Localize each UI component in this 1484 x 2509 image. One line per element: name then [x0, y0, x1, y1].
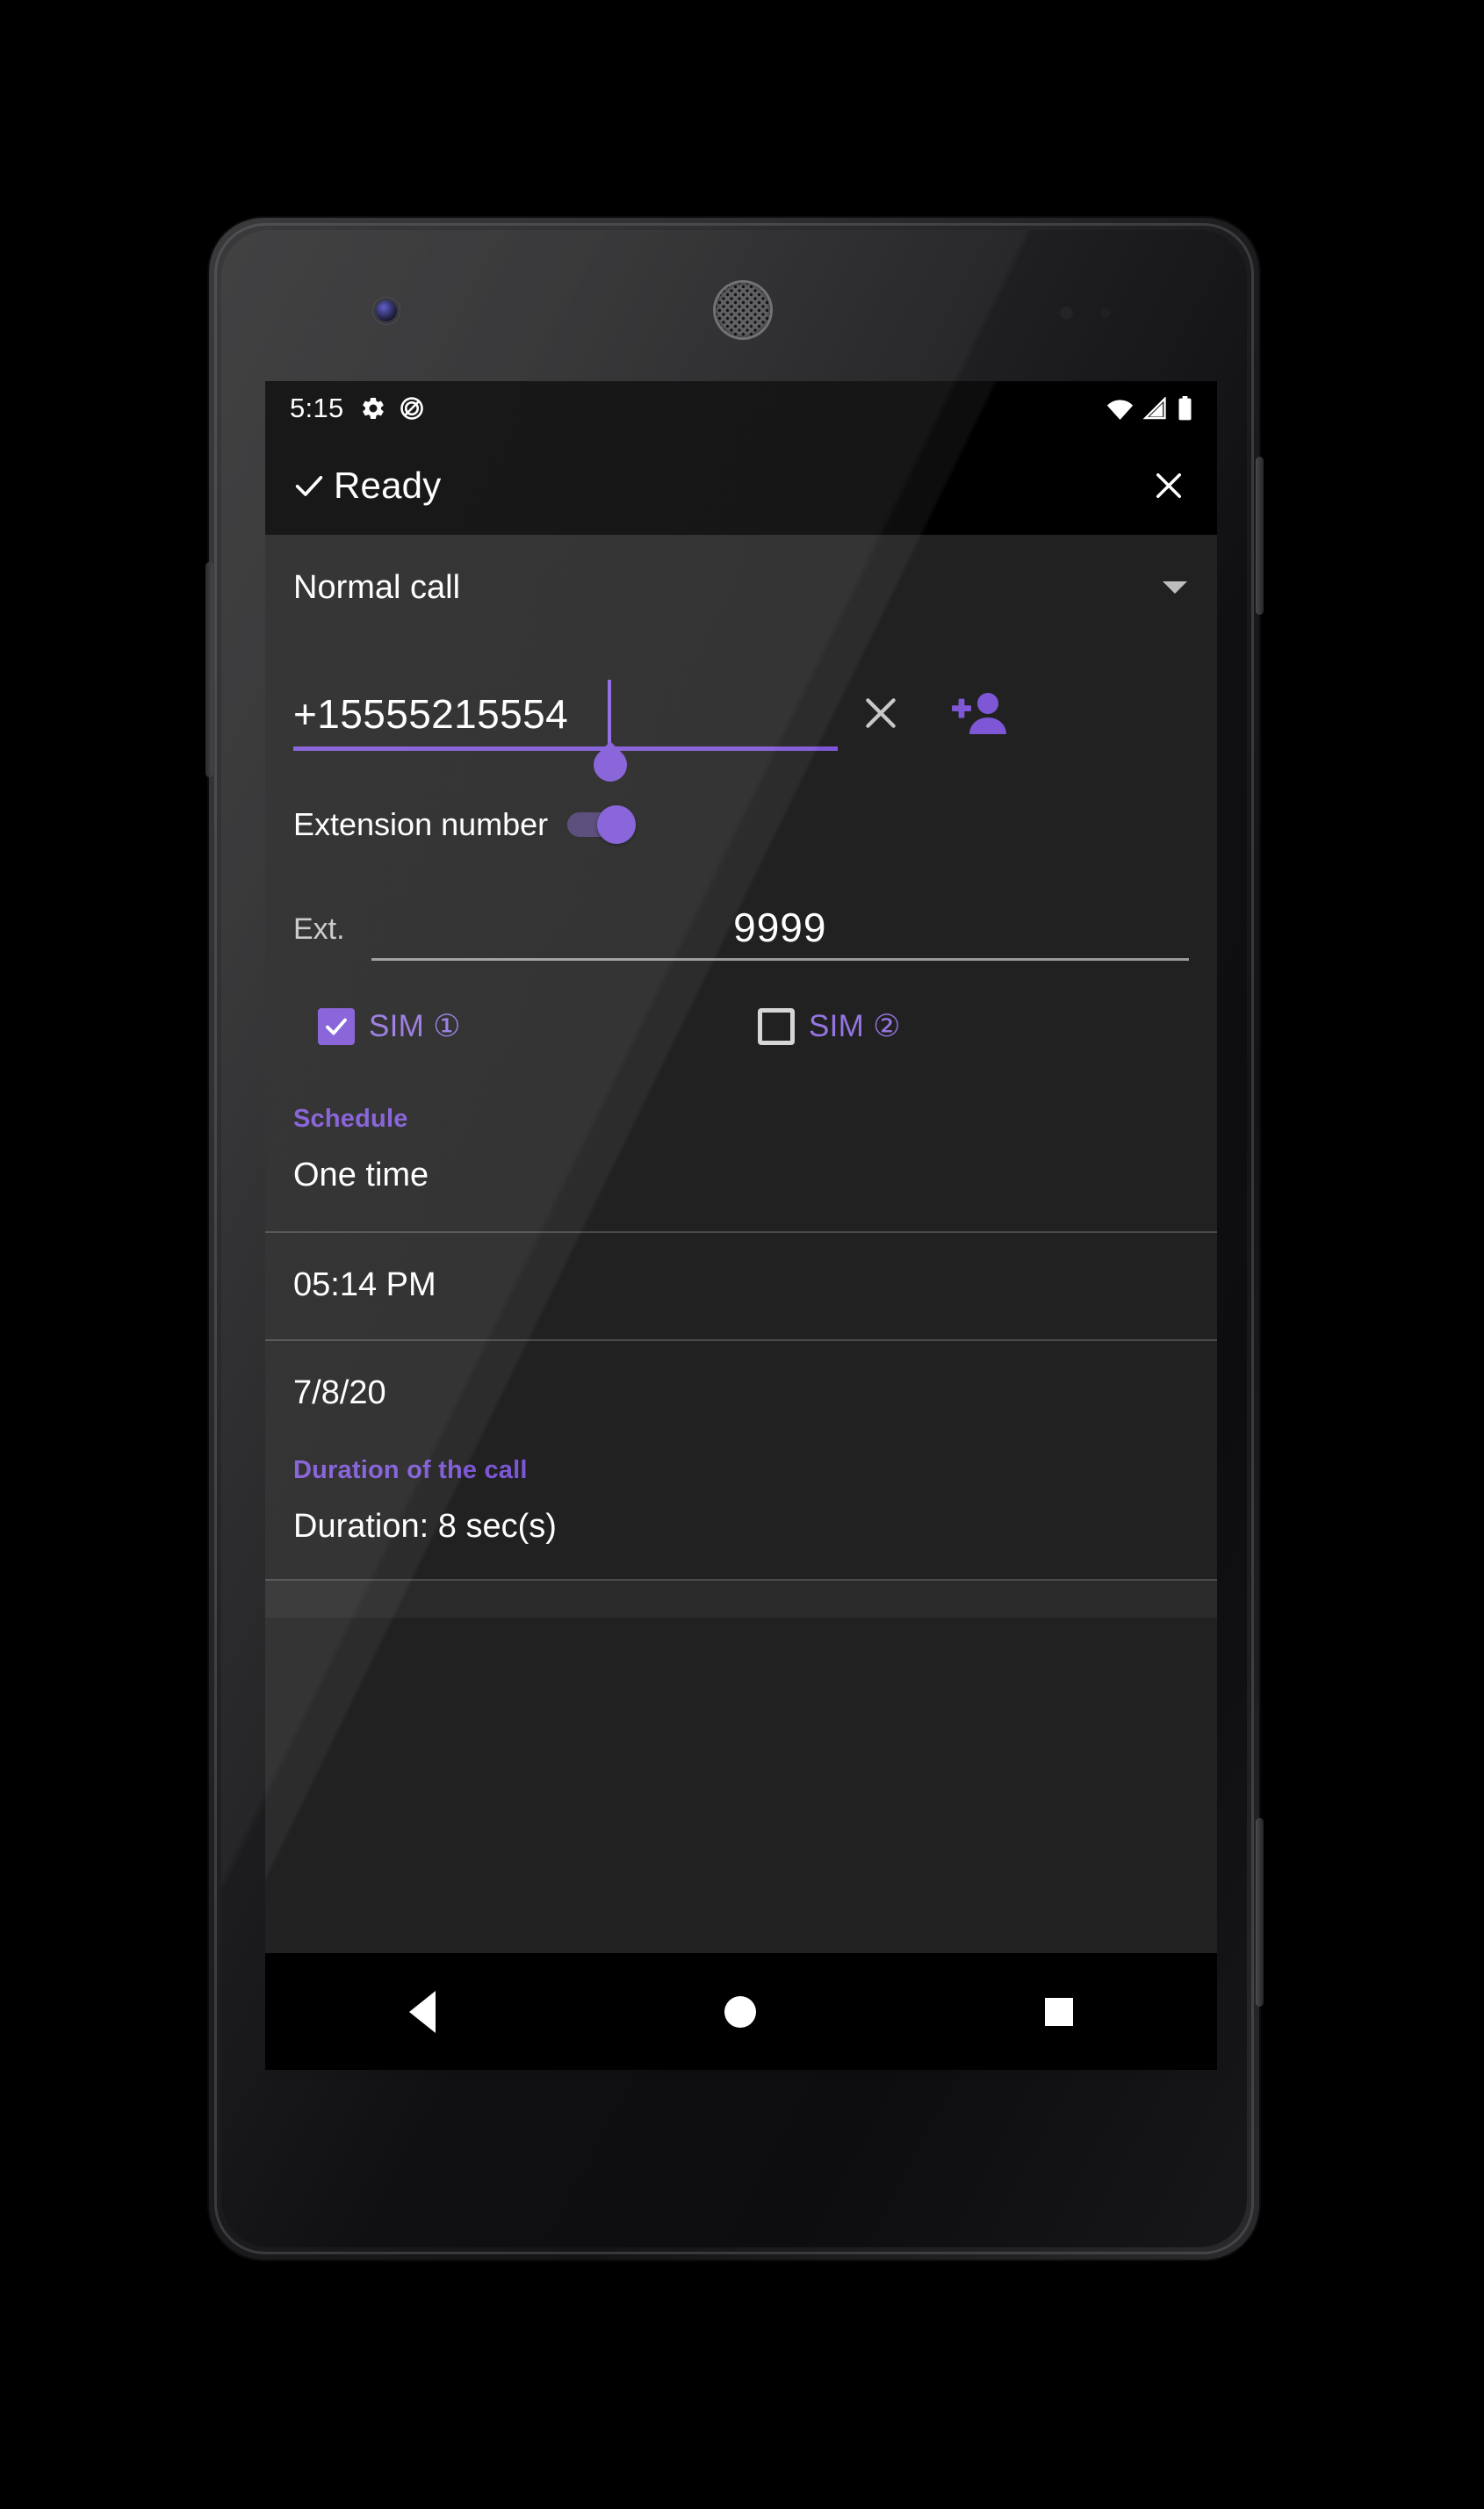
content-tail-strip	[265, 1581, 1217, 1618]
phone-number-block: +15555215554	[265, 640, 1217, 789]
ambient-light-sensor-icon	[1100, 308, 1110, 318]
extension-toggle-label: Extension number	[293, 806, 549, 842]
extension-toggle-row[interactable]: Extension number	[265, 785, 1217, 864]
chevron-down-icon	[1163, 581, 1187, 594]
extension-toggle-switch[interactable]	[567, 805, 637, 844]
close-icon[interactable]	[1147, 464, 1191, 508]
recents-square-icon[interactable]	[1044, 1997, 1073, 2026]
sim-1-option[interactable]: SIM ①	[293, 1008, 749, 1045]
add-person-icon[interactable]	[945, 682, 1013, 744]
do-not-disturb-icon	[399, 395, 425, 422]
cell-signal-icon	[1143, 397, 1168, 420]
back-triangle-icon[interactable]	[409, 1990, 436, 2033]
phone-screen: 5:15 Ready Normal call +15555215554 Exte…	[265, 381, 1217, 2070]
duration-row[interactable]: Duration: 8 sec(s)	[265, 1489, 1217, 1579]
schedule-repeat-value: One time	[293, 1157, 429, 1193]
phone-number-input[interactable]: +15555215554	[293, 680, 838, 789]
switch-thumb	[597, 805, 637, 844]
schedule-date-value: 7/8/20	[293, 1374, 386, 1411]
app-bar-title-group: Ready	[292, 465, 441, 507]
sim-1-checkbox[interactable]	[318, 1008, 355, 1045]
phone-number-value: +15555215554	[293, 691, 569, 737]
navigation-bar	[265, 1953, 1217, 2070]
status-bar-left-icons	[360, 395, 425, 422]
extension-field-label: Ext.	[293, 912, 345, 946]
wifi-icon	[1106, 397, 1134, 420]
call-type-dropdown[interactable]: Normal call	[265, 535, 1217, 640]
volume-button[interactable]	[205, 562, 213, 777]
sim-2-checkbox[interactable]	[758, 1008, 795, 1045]
side-trim	[1256, 1818, 1264, 2007]
schedule-time-value: 05:14 PM	[293, 1266, 436, 1303]
proximity-sensor-icon	[1060, 306, 1073, 320]
sim-2-option[interactable]: SIM ②	[749, 1008, 1189, 1045]
earpiece-speaker-icon	[716, 283, 770, 337]
power-button[interactable]	[1256, 457, 1264, 615]
clear-x-icon[interactable]	[850, 682, 911, 744]
call-type-value: Normal call	[293, 568, 461, 606]
status-bar-clock: 5:15	[290, 393, 344, 423]
text-selection-handle-icon[interactable]	[587, 741, 634, 789]
extension-field-row: Ext. 9999	[265, 864, 1217, 961]
extension-value: 9999	[733, 905, 827, 950]
sim-2-label: SIM ②	[809, 1009, 901, 1043]
duration-value: Duration: 8 sec(s)	[293, 1508, 557, 1545]
duration-section-header: Duration of the call	[265, 1447, 1217, 1489]
duration-header-label: Duration of the call	[293, 1456, 528, 1484]
page-title: Ready	[334, 464, 442, 506]
sim-selector-row: SIM ① SIM ②	[265, 961, 1217, 1092]
battery-icon	[1178, 396, 1192, 421]
schedule-header-label: Schedule	[293, 1105, 408, 1133]
status-bar-right-icons	[1106, 396, 1192, 421]
extension-input[interactable]: 9999	[371, 904, 1189, 961]
home-circle-icon[interactable]	[724, 1995, 756, 2028]
check-icon	[292, 468, 327, 503]
schedule-time-row[interactable]: 05:14 PM	[265, 1233, 1217, 1339]
status-bar: 5:15	[265, 381, 1217, 436]
schedule-repeat-row[interactable]: One time	[265, 1137, 1217, 1231]
main-content: Normal call +15555215554 Extension numbe…	[265, 535, 1217, 1953]
sim-1-label: SIM ①	[369, 1009, 461, 1043]
app-bar: Ready	[265, 436, 1217, 535]
front-camera-lens-icon	[376, 300, 397, 321]
gear-icon	[360, 395, 386, 422]
schedule-section-header: Schedule	[265, 1092, 1217, 1137]
schedule-date-row[interactable]: 7/8/20	[265, 1341, 1217, 1447]
screenshot-stage: 5:15 Ready Normal call +15555215554 Exte…	[0, 0, 1484, 2509]
